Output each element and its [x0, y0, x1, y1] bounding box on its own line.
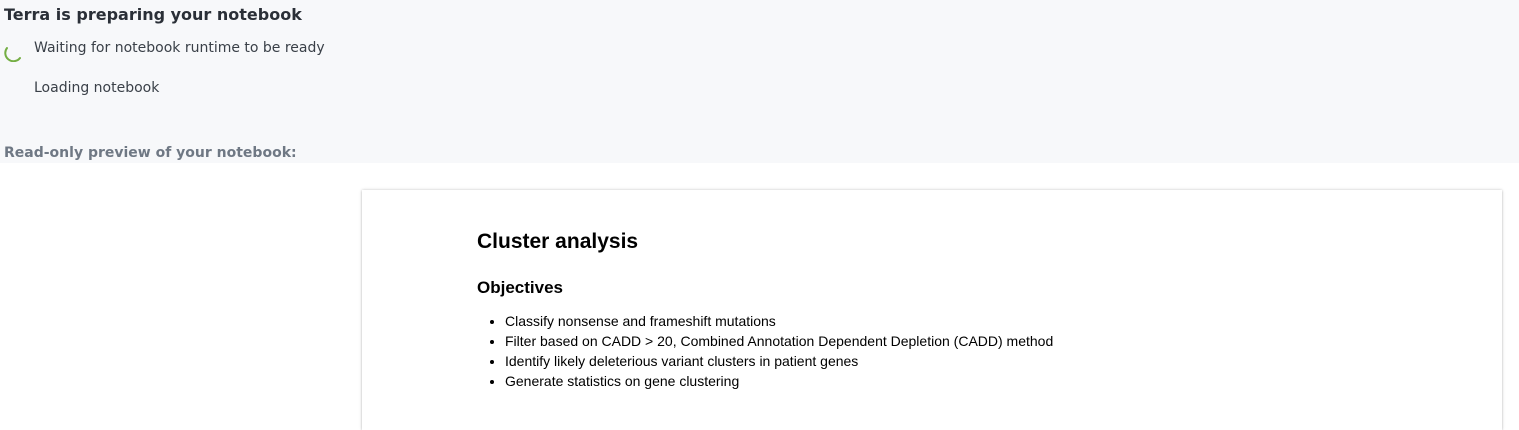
list-item: Generate statistics on gene clustering — [505, 371, 1053, 391]
list-item: Filter based on CADD > 20, Combined Anno… — [505, 331, 1053, 351]
list-item: Classify nonsense and frameshift mutatio… — [505, 311, 1053, 331]
notebook-title: Cluster analysis — [477, 230, 639, 253]
status-panel: Terra is preparing your notebook Waiting… — [0, 0, 1519, 163]
status-step-loading: Loading notebook — [34, 80, 160, 96]
list-item: Identify likely deleterious variant clus… — [505, 351, 1053, 371]
notebook-preview: Cluster analysis Objectives Classify non… — [362, 190, 1502, 430]
page-title: Terra is preparing your notebook — [4, 5, 302, 24]
objectives-heading: Objectives — [477, 278, 563, 297]
status-step-runtime: Waiting for notebook runtime to be ready — [34, 40, 325, 56]
objectives-list: Classify nonsense and frameshift mutatio… — [477, 311, 1053, 391]
loading-spinner-icon — [4, 47, 21, 62]
preview-label: Read-only preview of your notebook: — [4, 145, 297, 161]
notebook-content: Cluster analysis Objectives Classify non… — [477, 230, 1053, 391]
